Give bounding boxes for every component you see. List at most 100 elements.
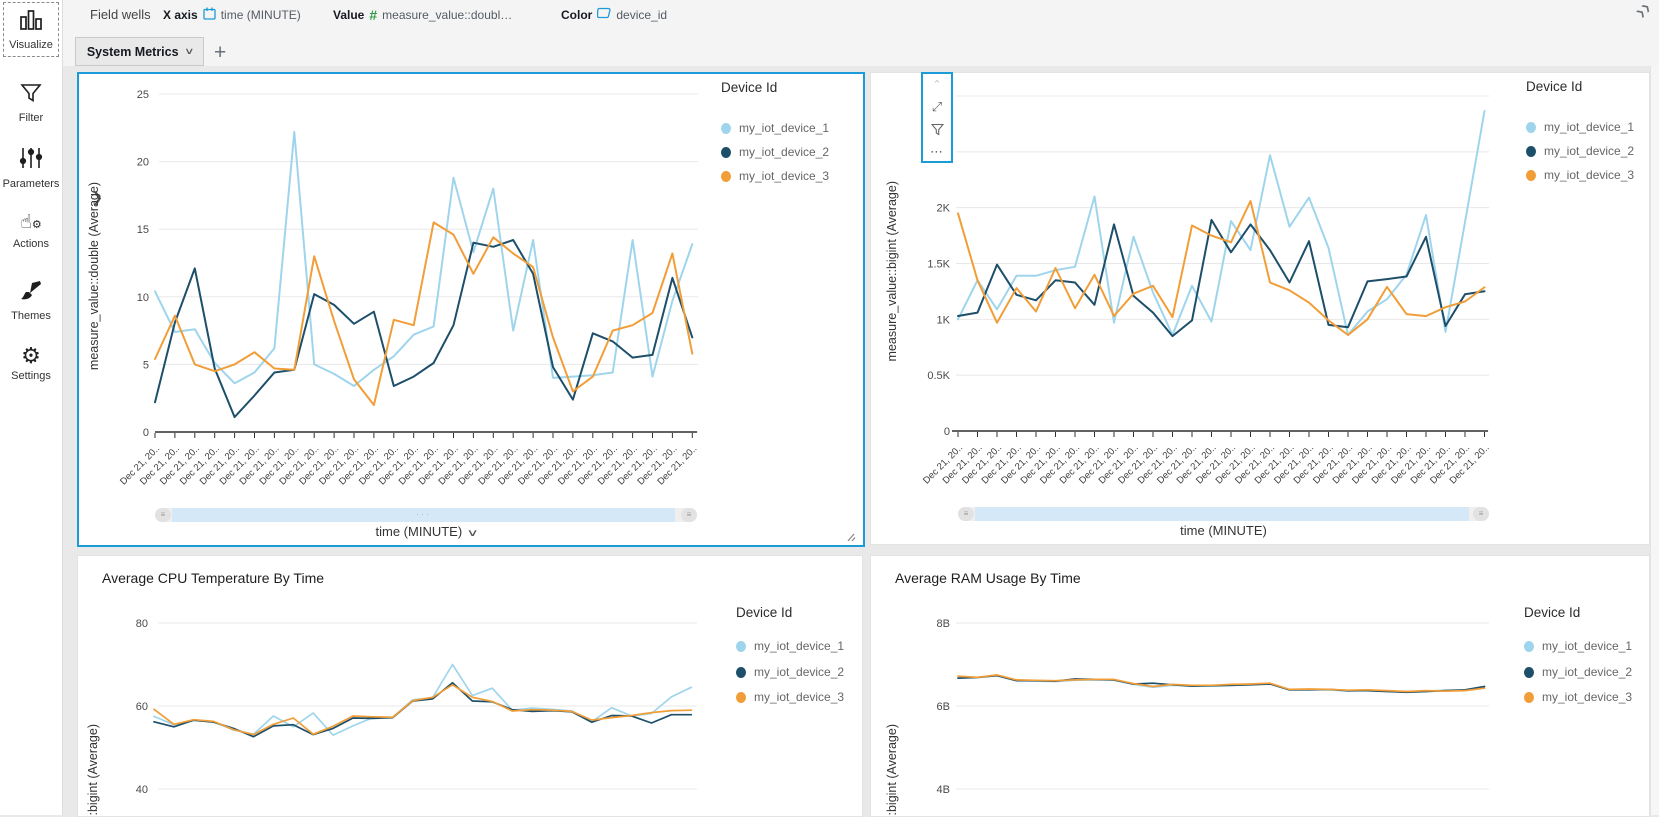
- legend-label: my_iot_device_2: [739, 145, 830, 159]
- x-axis-scrollbar[interactable]: ≡ ≡: [958, 507, 1489, 521]
- svg-text:0: 0: [944, 426, 950, 438]
- collapse-field-wells-icon[interactable]: ❯❯: [1634, 1, 1652, 19]
- tab-label: System Metrics: [86, 44, 179, 59]
- scrollbar-handle-left[interactable]: ≡: [958, 507, 974, 521]
- legend-label: my_iot_device_1: [1544, 120, 1635, 134]
- legend-item[interactable]: my_iot_device_2: [1526, 144, 1634, 158]
- field-well-color[interactable]: Color device_id: [561, 7, 667, 22]
- legend-label: my_iot_device_3: [739, 169, 830, 183]
- legend-item[interactable]: my_iot_device_2: [736, 665, 844, 679]
- add-sheet-button[interactable]: +: [214, 42, 226, 63]
- field-well-value[interactable]: Value # measure_value::doubl…: [333, 7, 512, 23]
- legend-label: my_iot_device_1: [739, 121, 830, 135]
- field-well-value: measure_value::doubl…: [382, 8, 513, 22]
- scrollbar-handle-right[interactable]: ≡: [1473, 507, 1489, 521]
- line-chart-ram-usage[interactable]: 4B 6B 8B: [871, 556, 1647, 814]
- caret-icon[interactable]: ⌃: [932, 75, 941, 94]
- field-wells-label: Field wells: [90, 7, 151, 22]
- svg-text:0: 0: [143, 427, 149, 439]
- calendar-icon: [203, 7, 216, 23]
- field-wells-bar: Field wells X axis time (MINUTE) Value #…: [62, 0, 1659, 29]
- svg-text:0.5K: 0.5K: [927, 370, 950, 382]
- svg-text:5: 5: [143, 359, 149, 371]
- scrollbar-handle-right[interactable]: ≡: [681, 508, 697, 522]
- tab-system-metrics[interactable]: System Metrics ∨: [75, 37, 204, 66]
- series-dot: [1526, 169, 1536, 181]
- x-axis-title: time (MINUTE): [375, 524, 463, 539]
- legend-item[interactable]: my_iot_device_1: [721, 121, 829, 135]
- svg-text:8B: 8B: [937, 618, 950, 630]
- sidebar-item-filter[interactable]: Filter: [0, 82, 62, 124]
- gear-icon: ⚙: [21, 344, 41, 369]
- visual-card-cpu-temperature[interactable]: Average CPU Temperature By Time measure_…: [77, 555, 863, 817]
- svg-text:4B: 4B: [937, 784, 950, 796]
- legend-label: my_iot_device_1: [754, 639, 845, 653]
- legend-title: Device Id: [1524, 605, 1581, 620]
- visual-card-double[interactable]: ❯ measure_value::double (Average) 0 5 10 15…: [77, 72, 865, 547]
- svg-text:60: 60: [136, 701, 148, 713]
- line-chart-cpu-temperature[interactable]: 40 60 80: [78, 556, 858, 814]
- legend-label: my_iot_device_2: [1544, 144, 1635, 158]
- x-axis-title[interactable]: time (MINUTE): [958, 523, 1489, 538]
- legend-label: my_iot_device_2: [754, 665, 845, 679]
- legend-label: my_iot_device_1: [1542, 639, 1633, 653]
- x-axis-title-dropdown[interactable]: time (MINUTE) ∨: [155, 524, 697, 539]
- scrollbar-handle-left[interactable]: ≡: [155, 508, 171, 522]
- ellipsis-icon[interactable]: ⋯: [930, 143, 944, 162]
- svg-text:25: 25: [137, 89, 149, 101]
- legend-item[interactable]: my_iot_device_3: [1526, 168, 1634, 182]
- legend-item[interactable]: my_iot_device_3: [721, 169, 829, 183]
- series-dot: [736, 691, 746, 703]
- legend-item[interactable]: my_iot_device_1: [1526, 120, 1634, 134]
- svg-text:20: 20: [137, 157, 149, 169]
- svg-text:10: 10: [137, 292, 149, 304]
- field-well-x-axis[interactable]: X axis time (MINUTE): [163, 7, 301, 23]
- series-dot: [1526, 121, 1536, 133]
- pointer-gear-icon: ☝⚙: [20, 211, 42, 233]
- sidebar-item-label: Settings: [11, 370, 51, 382]
- x-axis-title-text: time (MINUTE): [1180, 523, 1267, 538]
- legend-item[interactable]: my_iot_device_3: [736, 690, 844, 704]
- x-axis-scrollbar[interactable]: ··· ≡ ≡: [155, 508, 697, 522]
- legend-label: my_iot_device_2: [1542, 665, 1633, 679]
- sidebar-item-themes[interactable]: Themes: [0, 280, 62, 322]
- series-dot: [721, 146, 731, 158]
- svg-text:1K: 1K: [937, 314, 951, 326]
- svg-text:1.5K: 1.5K: [927, 259, 950, 271]
- sidebar-item-label: Themes: [11, 310, 51, 322]
- series-dot: [721, 170, 731, 182]
- vertical-scrollbar[interactable]: [1650, 66, 1659, 815]
- field-well-name: Value: [333, 8, 365, 22]
- funnel-icon[interactable]: [930, 120, 944, 139]
- legend-title: Device Id: [721, 80, 778, 95]
- scrollbar-thumb[interactable]: [975, 507, 1469, 521]
- chevron-down-icon: ∨: [466, 528, 480, 539]
- visual-card-bigint[interactable]: measure_value::bigint (Average) 0 0.5K 1K 1…: [870, 72, 1650, 545]
- field-well-value: device_id: [616, 7, 668, 22]
- expand-icon[interactable]: ⤢: [932, 98, 942, 117]
- bar-chart-icon: [19, 10, 43, 35]
- legend-item[interactable]: my_iot_device_1: [1524, 639, 1632, 653]
- legend-label: my_iot_device_3: [1544, 168, 1635, 182]
- visual-hover-menu: ⌃ ⤢ ⋯: [921, 72, 953, 163]
- sidebar-item-settings[interactable]: ⚙ Settings: [0, 344, 62, 383]
- sidebar-item-parameters[interactable]: Parameters: [0, 146, 62, 190]
- sidebar-item-label: Parameters: [2, 178, 60, 190]
- resize-handle-icon[interactable]: [845, 529, 856, 545]
- sidebar-item-visualize[interactable]: Visualize: [3, 2, 59, 57]
- series-dot: [736, 666, 746, 678]
- legend-item[interactable]: my_iot_device_2: [721, 145, 829, 159]
- funnel-icon: [20, 84, 42, 108]
- visual-card-ram-usage[interactable]: Average RAM Usage By Time measure_value:…: [870, 555, 1650, 817]
- field-well-name: Color: [561, 7, 593, 22]
- legend-item[interactable]: my_iot_device_2: [1524, 665, 1632, 679]
- svg-text:40: 40: [136, 784, 148, 796]
- legend-item[interactable]: my_iot_device_3: [1524, 690, 1632, 704]
- legend-title: Device Id: [736, 605, 793, 620]
- scrollbar-thumb[interactable]: ···: [172, 508, 675, 522]
- sidebar-item-label: Filter: [18, 112, 44, 124]
- sheet-tab-bar: System Metrics ∨ +: [62, 28, 1659, 66]
- sidebar-item-actions[interactable]: ☝⚙ Actions: [0, 212, 62, 250]
- series-dot: [721, 122, 731, 134]
- legend-item[interactable]: my_iot_device_1: [736, 639, 844, 653]
